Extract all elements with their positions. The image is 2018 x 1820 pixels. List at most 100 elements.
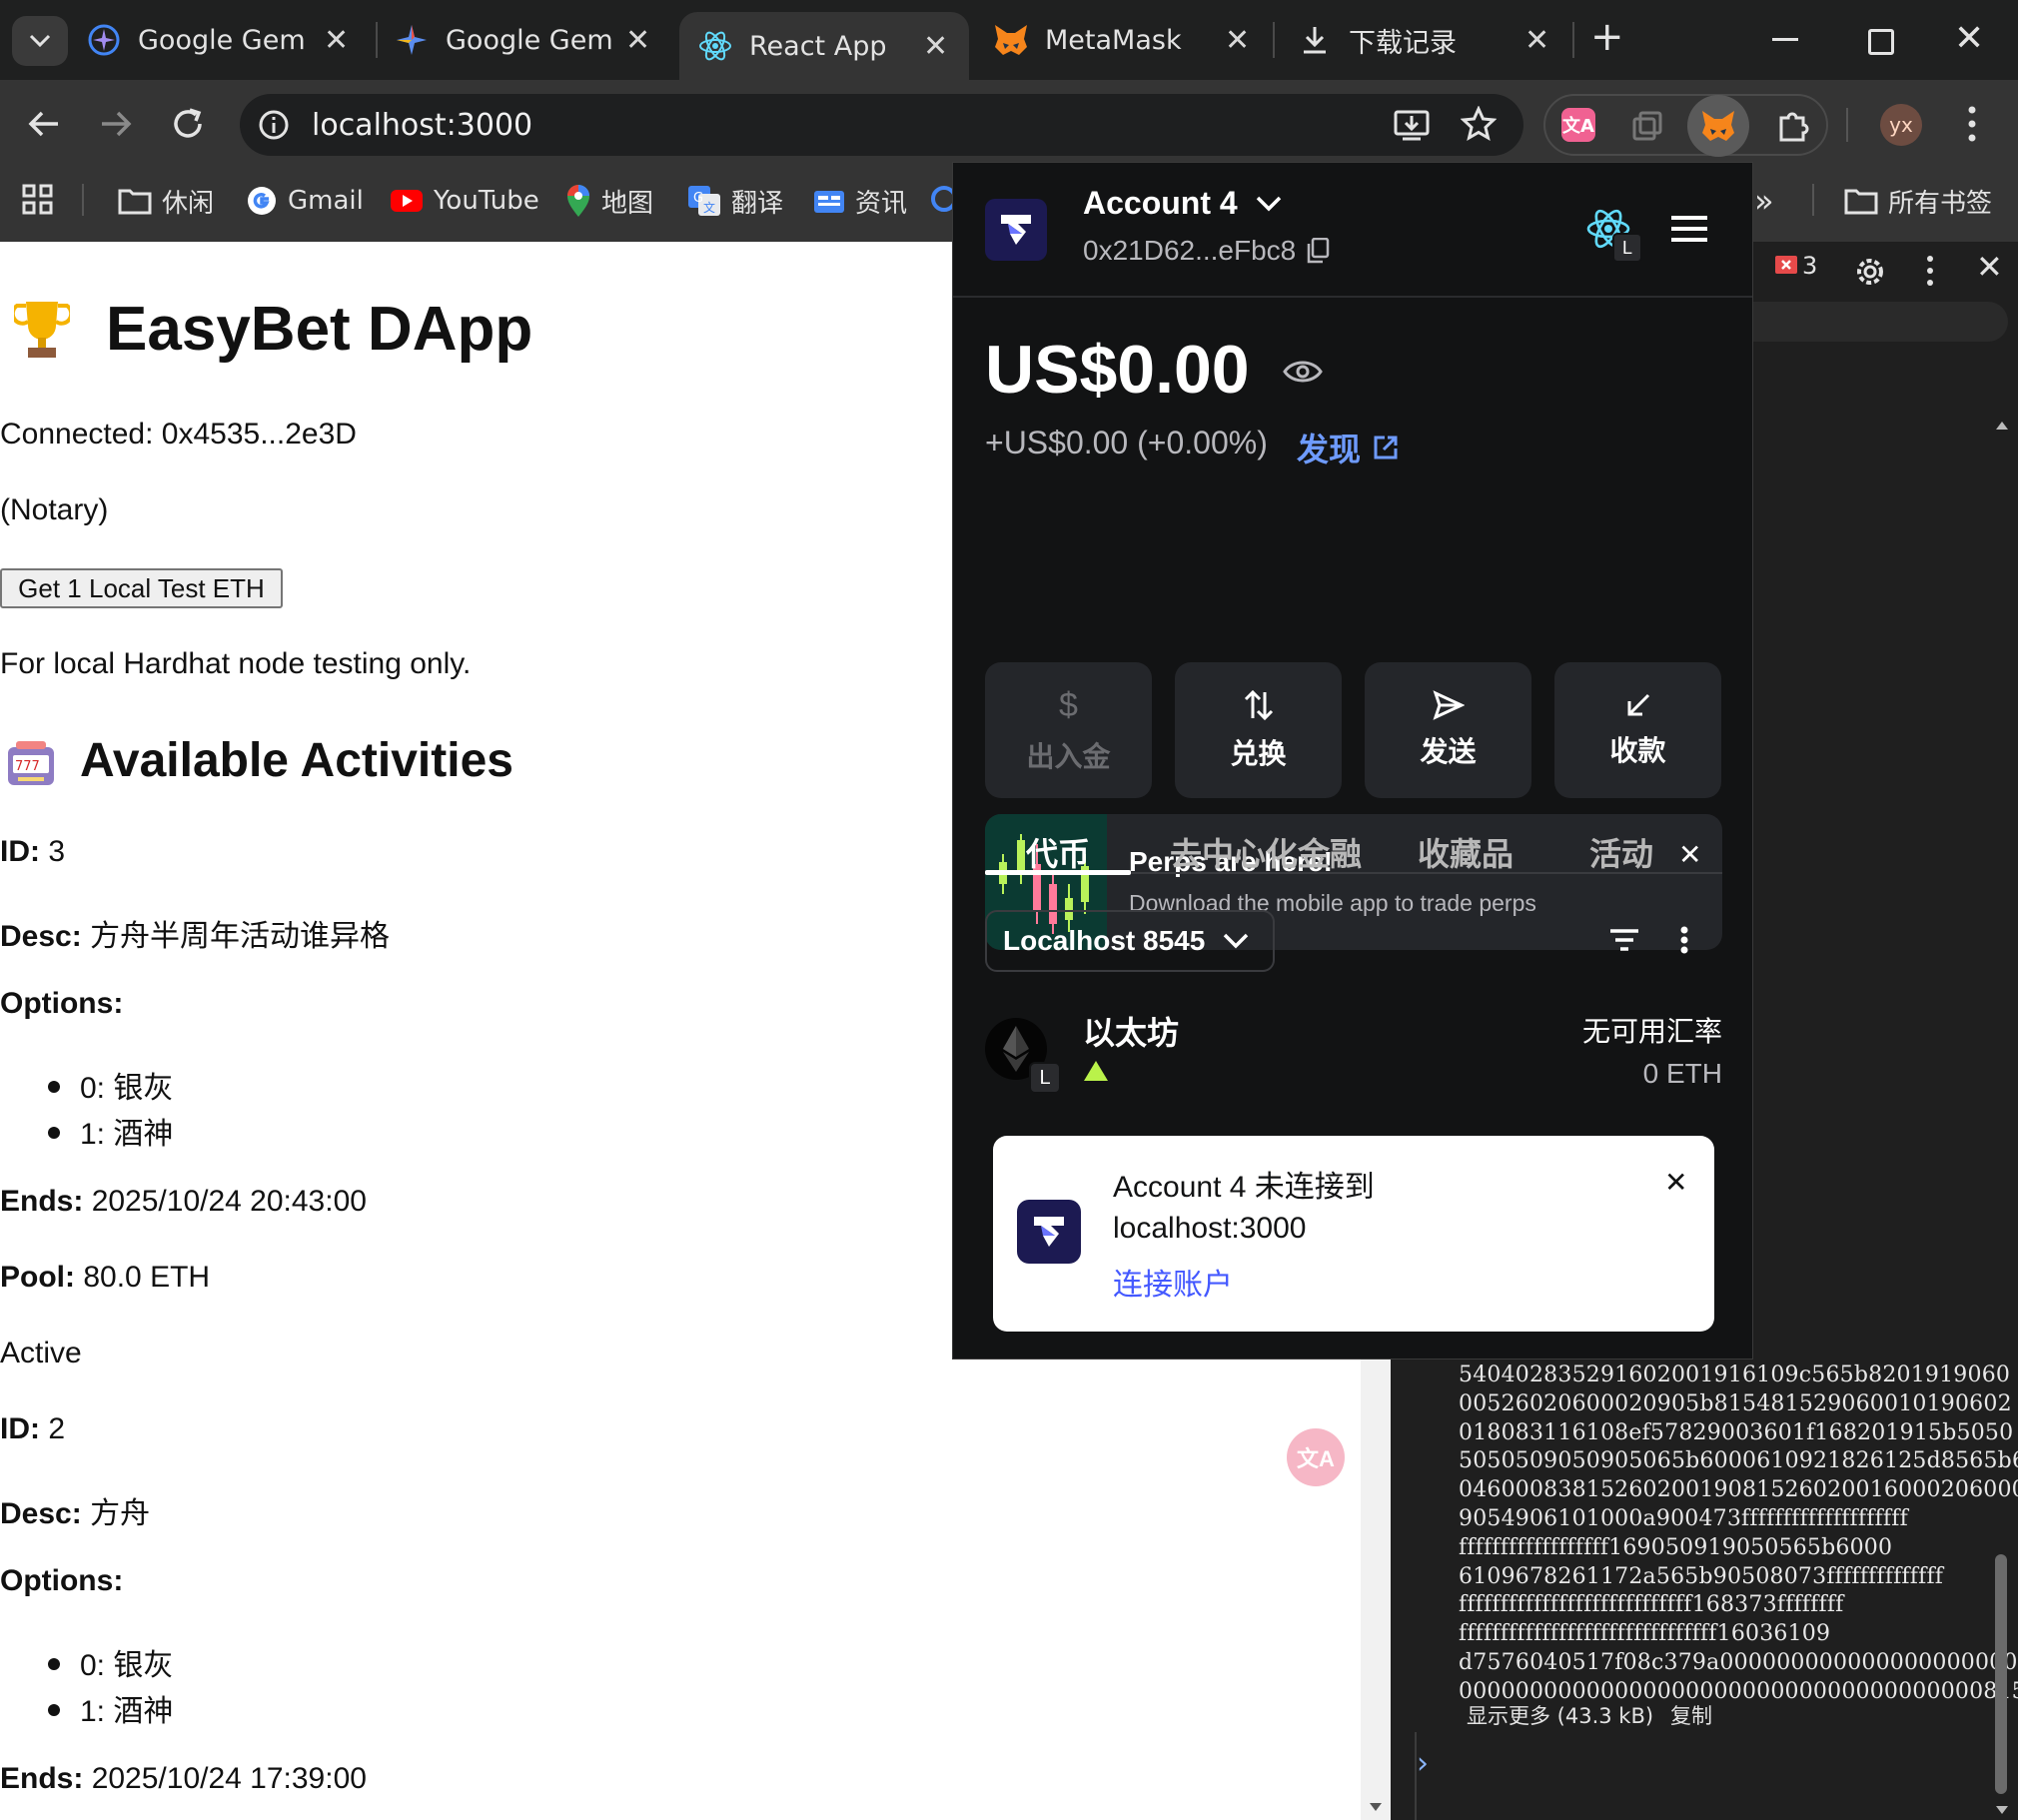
chevron-down-icon <box>29 34 51 48</box>
browser-menu-icon[interactable] <box>1968 104 1976 144</box>
get-test-eth-button[interactable]: Get 1 Local Test ETH <box>0 568 283 608</box>
floating-translate-button[interactable]: 文A <box>1287 1428 1345 1486</box>
tab-downloads[interactable]: 下载记录 ✕ <box>1295 0 1584 80</box>
tab-nfts[interactable]: 收藏品 <box>1401 812 1530 892</box>
translate-extension-icon[interactable]: 文A <box>1561 108 1595 142</box>
activity-options-label: Options: <box>0 987 124 1020</box>
console-log-line: 9054906101000a900473ffffffffffffffffffff <box>1459 1506 1908 1531</box>
eye-icon[interactable] <box>1283 359 1323 385</box>
sort-filter-icon[interactable] <box>1608 928 1640 952</box>
site-info-icon[interactable] <box>258 109 290 141</box>
react-icon <box>695 26 735 66</box>
copy-button[interactable]: 复制 <box>1670 1700 1712 1730</box>
close-icon[interactable]: ✕ <box>1225 23 1250 58</box>
action-label: 出入金 <box>1026 740 1111 772</box>
tab-google-gemini-1[interactable]: Google Gemini ✕ <box>84 0 374 80</box>
copy-extension-icon[interactable] <box>1631 110 1663 142</box>
chevron-down-icon <box>1256 196 1282 212</box>
devtools-menu-icon[interactable] <box>1926 254 1934 288</box>
gemini-icon <box>392 20 432 60</box>
close-icon[interactable]: ✕ <box>324 23 349 58</box>
console-log-line: fffffffffffffffffffffffffffffff16036109 <box>1459 1621 1831 1647</box>
chevron-down-icon <box>1223 933 1249 949</box>
buy-sell-button[interactable]: $ 出入金 <box>985 662 1152 798</box>
network-button[interactable]: L <box>1584 205 1642 263</box>
maximize-button[interactable] <box>1868 29 1894 55</box>
bookmark-maps[interactable]: 地图 <box>565 170 653 232</box>
gemini-icon <box>84 20 124 60</box>
url-text[interactable]: localhost:3000 <box>312 108 532 143</box>
install-app-icon[interactable] <box>1393 106 1431 144</box>
console-log-line: 0460008381526020019081526020016000206000… <box>1459 1477 2018 1503</box>
error-count-badge[interactable]: 3 <box>1774 252 1817 280</box>
bookmark-divider <box>82 184 84 216</box>
tab-separator <box>1572 22 1574 58</box>
tab-google-gemini-2[interactable]: Google Gemini ✕ <box>392 0 681 80</box>
account-avatar <box>985 199 1047 261</box>
minimize-button[interactable] <box>1772 38 1798 41</box>
maps-icon <box>565 184 591 218</box>
reload-button[interactable] <box>170 106 206 142</box>
bookmark-label: 地图 <box>601 188 654 219</box>
console-log-line: 018083116108ef57829003601f168201915b5050 <box>1459 1419 2014 1445</box>
discover-link[interactable]: 发现 <box>1297 425 1399 470</box>
console-scrollbar[interactable] <box>1992 416 2012 1820</box>
token-row-eth[interactable]: L 以太坊 无可用汇率 0 ETH <box>985 1008 1722 1098</box>
bookmark-star-icon[interactable] <box>1461 106 1497 142</box>
scrollbar-thumb[interactable] <box>1995 1554 2007 1794</box>
profile-avatar[interactable]: yx <box>1880 104 1922 146</box>
token-name: 以太坊 <box>1083 1015 1180 1051</box>
tab-react-app[interactable]: React App ✕ <box>679 12 969 80</box>
show-more-button[interactable]: 显示更多 (43.3 kB) <box>1467 1700 1653 1730</box>
account-avatar <box>1017 1200 1081 1264</box>
token-options-icon[interactable] <box>1680 926 1688 954</box>
puzzle-icon[interactable] <box>1775 108 1811 144</box>
tab-title: React App <box>749 30 887 62</box>
console-log-line: 6109678261172a565b90508073ffffffffffffff <box>1459 1563 1944 1589</box>
tab-defi[interactable]: 去中心化金融 <box>1163 812 1369 892</box>
tab-activity[interactable]: 活动 <box>1556 812 1686 892</box>
network-filter-select[interactable]: Localhost 8545 <box>985 910 1275 972</box>
toast-site: localhost:3000 <box>1113 1212 1307 1245</box>
hamburger-menu-icon[interactable] <box>1670 215 1708 243</box>
all-bookmarks-folder[interactable]: 所有书签 <box>1844 170 1992 232</box>
close-icon[interactable]: ✕ <box>1524 23 1549 58</box>
account-address[interactable]: 0x21D62...eFbc8 <box>1083 235 1330 267</box>
address-bar[interactable]: localhost:3000 <box>240 94 1523 156</box>
connect-account-link[interactable]: 连接账户 <box>1113 1260 1233 1304</box>
action-label: 收款 <box>1609 735 1666 766</box>
back-button[interactable] <box>26 106 62 142</box>
tab-metamask[interactable]: MetaMask ✕ <box>991 0 1281 80</box>
forward-button[interactable] <box>98 106 134 142</box>
bookmark-youtube[interactable]: YouTube <box>390 170 539 232</box>
close-icon[interactable]: ✕ <box>923 29 948 64</box>
close-icon[interactable]: ✕ <box>625 23 650 58</box>
new-tab-button[interactable]: + <box>1590 14 1624 60</box>
window-close-button[interactable]: ✕ <box>1954 18 1984 59</box>
settings-gear-icon[interactable] <box>1852 254 1888 290</box>
account-selector[interactable]: Account 4 <box>1083 185 1282 222</box>
youtube-icon <box>390 189 424 213</box>
more-bookmarks-button[interactable]: » <box>1754 182 1774 220</box>
metamask-fox-icon <box>1700 109 1736 143</box>
console-log-line: 540402835291602001916109c565b8201919060 <box>1459 1363 2011 1387</box>
toast-close-icon[interactable]: ✕ <box>1664 1166 1687 1199</box>
receive-button[interactable]: 收款 <box>1554 662 1721 798</box>
tab-search-button[interactable] <box>12 16 68 66</box>
send-button[interactable]: 发送 <box>1365 662 1531 798</box>
devtools-close-icon[interactable]: ✕ <box>1976 248 2003 286</box>
tab-tokens[interactable]: 代币 <box>985 812 1131 892</box>
bookmark-news[interactable]: 资讯 <box>813 170 907 232</box>
error-count: 3 <box>1802 252 1818 280</box>
apps-grid-icon[interactable] <box>22 184 54 216</box>
metamask-extension-button[interactable] <box>1687 95 1749 157</box>
bookmark-leisure-folder[interactable]: 休闲 <box>118 170 214 232</box>
swap-button[interactable]: 兑换 <box>1175 662 1342 798</box>
bookmark-gmail[interactable]: Gmail <box>246 170 364 232</box>
bookmark-translate[interactable]: G文 翻译 <box>687 170 783 232</box>
console-prompt[interactable]: › <box>1417 1746 1429 1781</box>
dollar-icon: $ <box>1059 685 1078 724</box>
console-log-line: 00526020600020905b815481529060010190602 <box>1459 1390 2012 1416</box>
tab-title: 下载记录 <box>1349 27 1457 59</box>
activity-option: 1: 酒神 <box>80 1695 174 1728</box>
